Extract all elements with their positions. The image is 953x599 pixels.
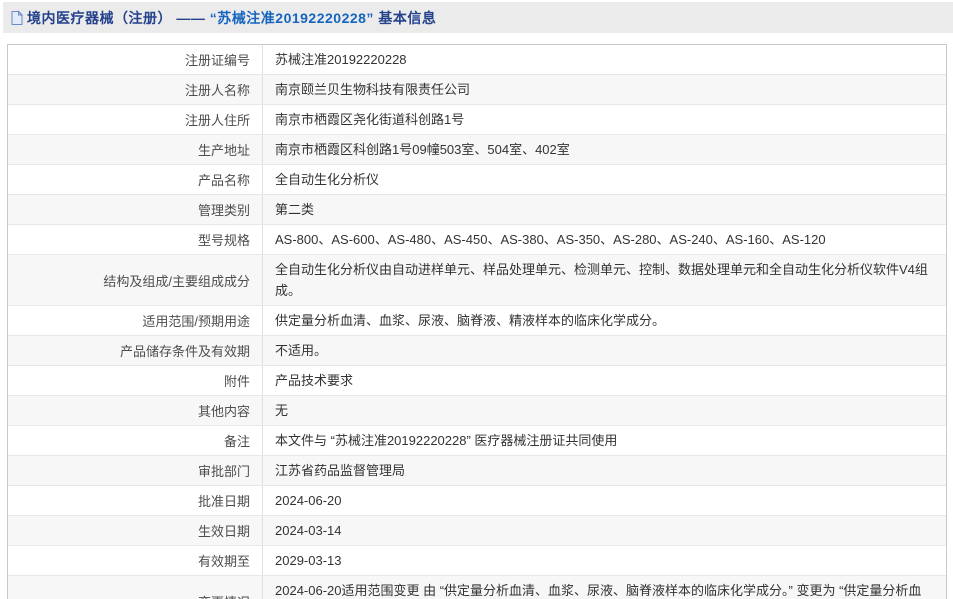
row-value: 第二类 [263,195,946,224]
row-label: 适用范围/预期用途 [8,306,263,335]
row-label: 审批部门 [8,456,263,485]
table-row: 生效日期2024-03-14 [8,515,946,545]
row-value: 南京市栖霞区科创路1号09幢503室、504室、402室 [263,135,946,164]
row-label: 附件 [8,366,263,395]
page-title: 境内医疗器械（注册） —— “苏械注准20192220228” 基本信息 [27,8,436,28]
row-label: 生效日期 [8,516,263,545]
row-label: 变更情况 [8,576,263,599]
row-label: 产品储存条件及有效期 [8,336,263,365]
row-value: 2024-06-20 [263,486,946,515]
row-label: 有效期至 [8,546,263,575]
table-row: 结构及组成/主要组成成分全自动生化分析仪由自动进样单元、样品处理单元、检测单元、… [8,254,946,305]
row-label: 其他内容 [8,396,263,425]
row-value: 无 [263,396,946,425]
table-row: 注册人住所南京市栖霞区尧化街道科创路1号 [8,104,946,134]
table-row: 附件产品技术要求 [8,365,946,395]
row-value: 南京颐兰贝生物科技有限责任公司 [263,75,946,104]
page-title-suffix: 基本信息 [374,10,436,26]
row-value: 产品技术要求 [263,366,946,395]
row-value: 江苏省药品监督管理局 [263,456,946,485]
row-label: 注册人住所 [8,105,263,134]
table-row: 其他内容无 [8,395,946,425]
table-row: 型号规格AS-800、AS-600、AS-480、AS-450、AS-380、A… [8,224,946,254]
row-value: 2029-03-13 [263,546,946,575]
page-header: 境内医疗器械（注册） —— “苏械注准20192220228” 基本信息 [3,2,953,33]
row-value: 全自动生化分析仪 [263,165,946,194]
row-value: 供定量分析血清、血浆、尿液、脑脊液、精液样本的临床化学成分。 [263,306,946,335]
table-row: 产品储存条件及有效期不适用。 [8,335,946,365]
table-row: 审批部门江苏省药品监督管理局 [8,455,946,485]
row-label: 注册证编号 [8,45,263,74]
page-title-cert-no: “苏械注准20192220228” [210,10,374,26]
row-label: 管理类别 [8,195,263,224]
row-label: 型号规格 [8,225,263,254]
row-label: 批准日期 [8,486,263,515]
table-row: 有效期至2029-03-13 [8,545,946,575]
row-value: 本文件与 “苏械注准20192220228” 医疗器械注册证共同使用 [263,426,946,455]
table-row: 批准日期2024-06-20 [8,485,946,515]
table-row: 生产地址南京市栖霞区科创路1号09幢503室、504室、402室 [8,134,946,164]
row-value: 不适用。 [263,336,946,365]
row-value: 全自动生化分析仪由自动进样单元、样品处理单元、检测单元、控制、数据处理单元和全自… [263,255,946,305]
table-row: 注册证编号苏械注准20192220228 [8,45,946,74]
table-row: 注册人名称南京颐兰贝生物科技有限责任公司 [8,74,946,104]
row-label: 生产地址 [8,135,263,164]
table-row: 管理类别第二类 [8,194,946,224]
row-label: 产品名称 [8,165,263,194]
row-label: 注册人名称 [8,75,263,104]
document-icon [10,10,24,26]
table-row: 备注本文件与 “苏械注准20192220228” 医疗器械注册证共同使用 [8,425,946,455]
row-label: 备注 [8,426,263,455]
row-value: 2024-03-14 [263,516,946,545]
row-value: AS-800、AS-600、AS-480、AS-450、AS-380、AS-35… [263,225,946,254]
row-value: 2024-06-20适用范围变更 由 “供定量分析血清、血浆、尿液、脑脊液样本的… [263,576,946,599]
table-row: 变更情况2024-06-20适用范围变更 由 “供定量分析血清、血浆、尿液、脑脊… [8,575,946,599]
info-table: 注册证编号苏械注准20192220228注册人名称南京颐兰贝生物科技有限责任公司… [7,44,947,599]
row-label: 结构及组成/主要组成成分 [8,255,263,305]
table-row: 适用范围/预期用途供定量分析血清、血浆、尿液、脑脊液、精液样本的临床化学成分。 [8,305,946,335]
row-value: 南京市栖霞区尧化街道科创路1号 [263,105,946,134]
page-title-prefix: 境内医疗器械（注册） —— [27,10,210,26]
row-value: 苏械注准20192220228 [263,45,946,74]
table-row: 产品名称全自动生化分析仪 [8,164,946,194]
